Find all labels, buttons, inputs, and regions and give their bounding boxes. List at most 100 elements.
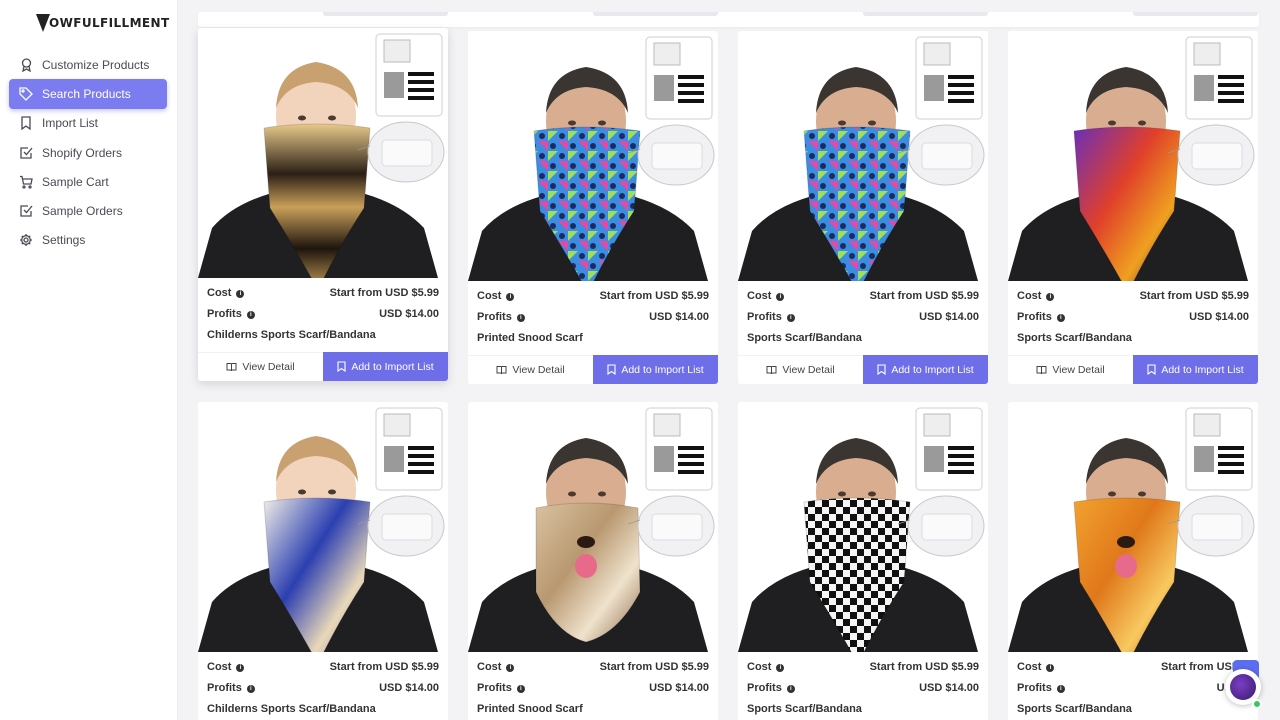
product-title[interactable]: Printed Snood Scarf bbox=[468, 327, 718, 349]
product-image[interactable] bbox=[1008, 31, 1258, 281]
info-icon[interactable]: i bbox=[776, 292, 785, 301]
product-title[interactable]: Childerns Sports Scarf/Bandana bbox=[198, 324, 448, 346]
profits-row: Profits i USD $14.00 bbox=[477, 306, 709, 327]
bookmark-icon bbox=[877, 364, 886, 375]
cost-value: Start from USD $5.99 bbox=[869, 289, 979, 302]
checkbox-icon bbox=[19, 146, 33, 160]
cost-value: Start from USD $5.99 bbox=[599, 289, 709, 302]
info-icon[interactable]: i bbox=[1056, 684, 1065, 693]
card-actions: View Detail Add to Import List bbox=[738, 355, 988, 384]
add-to-import-label: Add to Import List bbox=[351, 360, 434, 373]
info-icon[interactable]: i bbox=[776, 663, 785, 672]
product-card[interactable]: Costi Start from USD $ Profitsi USD $ Sp… bbox=[1008, 402, 1258, 720]
product-pricing: Cost i Start from USD $5.99 Profits i USD … bbox=[738, 281, 988, 327]
sidebar-item-label: Settings bbox=[42, 233, 86, 248]
product-card[interactable]: Cost i Start from USD $5.99 Profits i USD … bbox=[738, 402, 988, 720]
profits-row: Profits i USD $14.00 bbox=[477, 677, 709, 698]
info-icon[interactable]: i bbox=[1046, 663, 1055, 672]
profit-value: USD $14.00 bbox=[919, 310, 979, 323]
add-to-import-list-button[interactable]: Add to Import List bbox=[1133, 355, 1258, 384]
bookmark-icon bbox=[337, 361, 346, 372]
view-detail-button[interactable]: View Detail bbox=[738, 355, 863, 384]
info-icon[interactable]: i bbox=[1046, 292, 1055, 301]
info-icon[interactable]: i bbox=[1056, 313, 1065, 322]
sidebar: OWFULFILLMENT Customize Products Search … bbox=[0, 0, 178, 720]
add-to-import-list-button[interactable]: Add to Import List bbox=[863, 355, 988, 384]
product-image[interactable] bbox=[468, 31, 718, 281]
sidebar-item-settings[interactable]: Settings bbox=[9, 226, 167, 255]
product-image[interactable] bbox=[468, 402, 718, 652]
product-title[interactable]: Printed Snood Scarf bbox=[468, 698, 718, 720]
info-icon[interactable]: i bbox=[246, 310, 255, 319]
add-to-import-list-button[interactable]: Add to Import List bbox=[323, 352, 448, 381]
profits-label: Profits bbox=[207, 307, 242, 320]
info-icon[interactable]: i bbox=[516, 684, 525, 693]
info-icon[interactable]: i bbox=[506, 292, 515, 301]
profits-row: Profits i USD $14.00 bbox=[207, 303, 439, 324]
cost-label: Cost bbox=[207, 286, 232, 299]
product-card[interactable]: Cost i Start from USD $5.99 Profits i USD … bbox=[1008, 31, 1258, 384]
cost-value: Start from USD $5.99 bbox=[329, 660, 439, 673]
product-image[interactable] bbox=[198, 28, 448, 278]
profits-label: Profits bbox=[747, 310, 782, 323]
view-detail-button[interactable]: View Detail bbox=[468, 355, 593, 384]
view-detail-label: View Detail bbox=[242, 361, 295, 373]
sidebar-item-customize-products[interactable]: Customize Products bbox=[9, 50, 167, 79]
info-icon[interactable]: i bbox=[506, 663, 515, 672]
cost-row: Cost i Start from USD $5.99 bbox=[477, 656, 709, 677]
product-image[interactable] bbox=[738, 31, 988, 281]
info-icon[interactable]: i bbox=[236, 289, 245, 298]
chat-avatar-icon bbox=[1230, 674, 1256, 700]
sidebar-item-label: Customize Products bbox=[42, 57, 150, 72]
info-icon[interactable]: i bbox=[246, 684, 255, 693]
product-title[interactable]: Sports Scarf/Bandana bbox=[1008, 327, 1258, 349]
product-card[interactable]: Cost i Start from USD $5.99 Profits i USD … bbox=[198, 402, 448, 720]
brand-logo[interactable]: OWFULFILLMENT bbox=[36, 12, 170, 34]
sidebar-item-search-products[interactable]: Search Products bbox=[9, 79, 167, 109]
book-icon bbox=[496, 366, 507, 375]
add-to-import-list-button[interactable]: Add to Import List bbox=[593, 355, 718, 384]
cost-row: Cost i Start from USD $5.99 bbox=[207, 282, 439, 303]
product-image[interactable] bbox=[198, 402, 448, 652]
info-icon[interactable]: i bbox=[786, 313, 795, 322]
filter-tab[interactable] bbox=[863, 12, 988, 16]
profits-row: Profits i USD $14.00 bbox=[747, 677, 979, 698]
cost-value: Start from USD $5.99 bbox=[329, 286, 439, 299]
profits-label: Profits bbox=[477, 310, 512, 323]
sidebar-item-shopify-orders[interactable]: Shopify Orders bbox=[9, 138, 167, 167]
card-actions: View Detail Add to Import List bbox=[1008, 355, 1258, 384]
logo-w-mark bbox=[36, 14, 50, 32]
view-detail-label: View Detail bbox=[782, 364, 835, 376]
sidebar-item-sample-cart[interactable]: Sample Cart bbox=[9, 167, 167, 196]
product-title[interactable]: Sports Scarf/Bandana bbox=[738, 698, 988, 720]
cost-value: Start from USD $5.99 bbox=[599, 660, 709, 673]
view-detail-button[interactable]: View Detail bbox=[1008, 355, 1133, 384]
cost-row: Cost i Start from USD $5.99 bbox=[1017, 285, 1249, 306]
profit-value: USD $14.00 bbox=[379, 307, 439, 320]
product-card[interactable]: Cost i Start from USD $5.99 Profits i USD … bbox=[738, 31, 988, 384]
product-title[interactable]: Sports Scarf/Bandana bbox=[738, 327, 988, 349]
product-title[interactable]: Childerns Sports Scarf/Bandana bbox=[198, 698, 448, 720]
profits-label: Profits bbox=[1017, 681, 1052, 694]
product-title[interactable]: Sports Scarf/Bandana bbox=[1008, 698, 1258, 720]
sidebar-item-sample-orders[interactable]: Sample Orders bbox=[9, 196, 167, 225]
bookmark-icon bbox=[607, 364, 616, 375]
view-detail-button[interactable]: View Detail bbox=[198, 352, 323, 381]
product-card[interactable]: Cost i Start from USD $5.99 Profits i USD … bbox=[468, 31, 718, 384]
filter-tab[interactable] bbox=[593, 12, 718, 16]
sidebar-item-label: Sample Cart bbox=[42, 174, 109, 189]
product-card[interactable]: Cost i Start from USD $5.99 Profits i USD … bbox=[198, 28, 448, 381]
profit-value: USD $14.00 bbox=[649, 310, 709, 323]
card-actions: View Detail Add to Import List bbox=[198, 352, 448, 381]
profits-row: Profits i USD $14.00 bbox=[1017, 306, 1249, 327]
product-image[interactable] bbox=[1008, 402, 1258, 652]
info-icon[interactable]: i bbox=[516, 313, 525, 322]
info-icon[interactable]: i bbox=[236, 663, 245, 672]
info-icon[interactable]: i bbox=[786, 684, 795, 693]
product-card[interactable]: Cost i Start from USD $5.99 Profits i USD … bbox=[468, 402, 718, 720]
cost-row: Cost i Start from USD $5.99 bbox=[207, 656, 439, 677]
sidebar-item-import-list[interactable]: Import List bbox=[9, 109, 167, 138]
product-image[interactable] bbox=[738, 402, 988, 652]
filter-tab[interactable] bbox=[1133, 12, 1258, 16]
filter-tab[interactable] bbox=[323, 12, 448, 16]
